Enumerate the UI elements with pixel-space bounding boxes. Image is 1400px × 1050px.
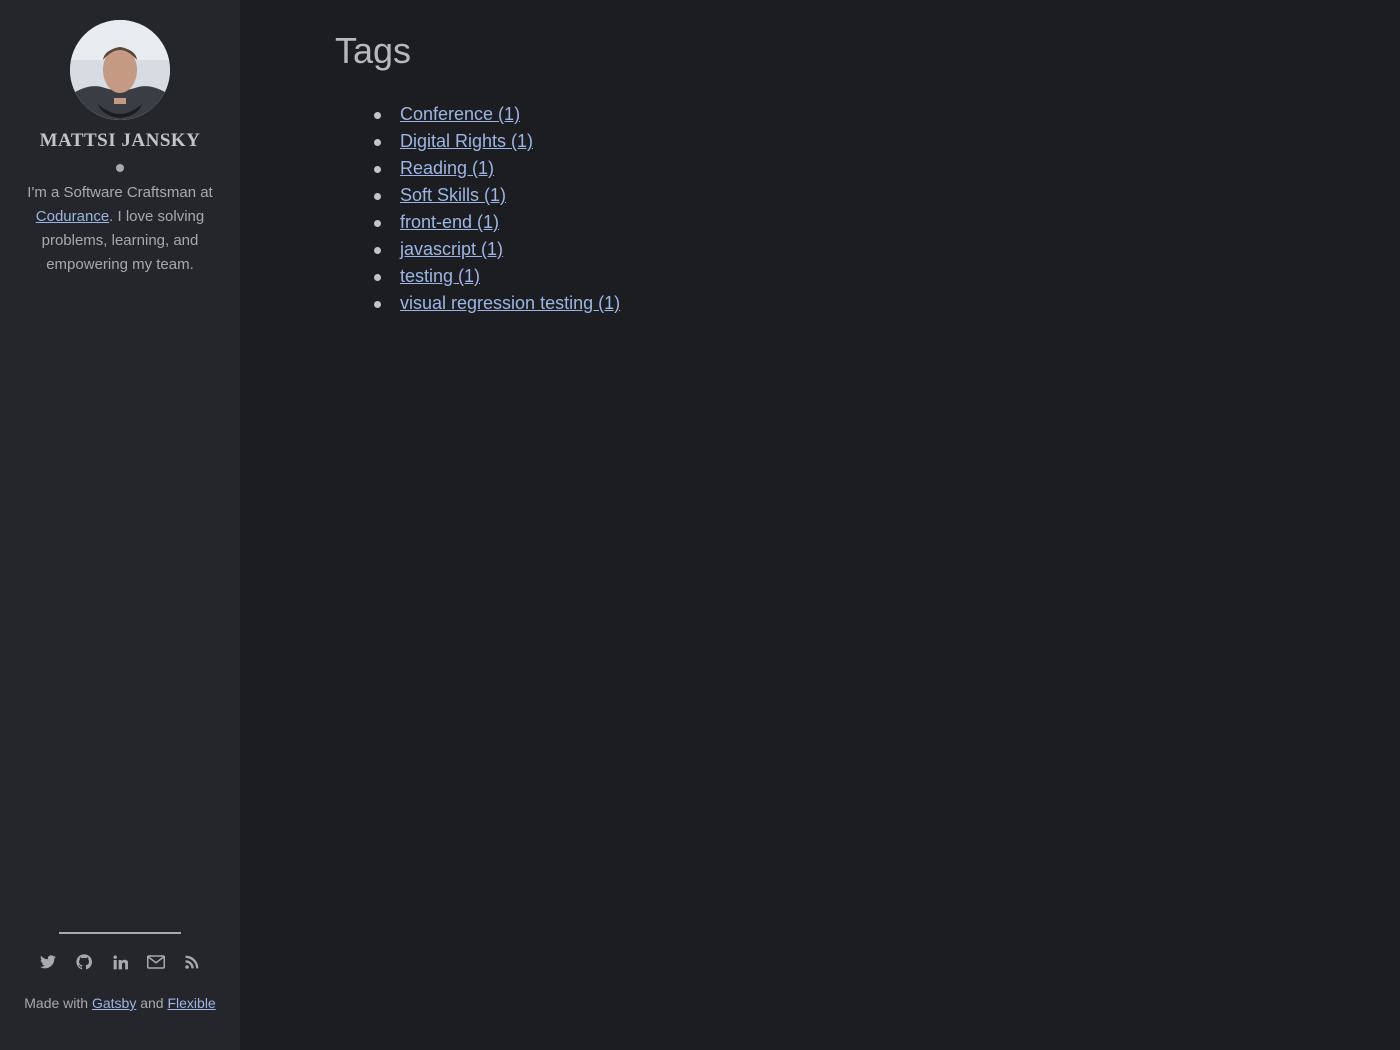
tag-link-conference[interactable]: Conference (1): [400, 104, 520, 124]
separator-dot: [116, 164, 124, 172]
tag-link-soft-skills[interactable]: Soft Skills (1): [400, 185, 506, 205]
author-bio: I'm a Software Craftsman at Codurance. I…: [18, 181, 222, 277]
tag-list-item: testing (1): [350, 262, 620, 289]
author-name[interactable]: MATTSI JANSKY: [0, 130, 240, 152]
tag-list-item: front-end (1): [350, 208, 620, 235]
tag-list-item: Reading (1): [350, 154, 620, 181]
twitter-icon[interactable]: [39, 950, 57, 974]
social-links: [0, 950, 240, 974]
tag-link-digital-rights[interactable]: Digital Rights (1): [400, 131, 533, 151]
author-avatar[interactable]: [70, 20, 170, 120]
and-text: and: [136, 995, 168, 1011]
main-content: Tags Conference (1) Digital Rights (1) R…: [240, 0, 1400, 1050]
tag-link-testing[interactable]: testing (1): [400, 266, 480, 286]
tag-list-item: Digital Rights (1): [350, 127, 620, 154]
gatsby-link[interactable]: Gatsby: [92, 995, 136, 1011]
codurance-link[interactable]: Codurance: [36, 208, 109, 225]
sidebar: MATTSI JANSKY I'm a Software Craftsman a…: [0, 0, 240, 1050]
tag-list: Conference (1) Digital Rights (1) Readin…: [350, 100, 620, 316]
tag-list-item: visual regression testing (1): [350, 289, 620, 316]
tag-link-front-end[interactable]: front-end (1): [400, 212, 499, 232]
tag-link-reading[interactable]: Reading (1): [400, 158, 494, 178]
made-with-text: Made with: [24, 995, 92, 1011]
rss-icon[interactable]: [183, 950, 201, 974]
tag-link-javascript[interactable]: javascript (1): [400, 239, 503, 259]
email-icon[interactable]: [147, 950, 165, 974]
tag-list-item: Soft Skills (1): [350, 181, 620, 208]
tag-list-item: Conference (1): [350, 100, 620, 127]
sidebar-divider: [59, 932, 181, 934]
sidebar-footer: Made with Gatsby and Flexible: [0, 995, 240, 1011]
tag-list-item: javascript (1): [350, 235, 620, 262]
page-title: Tags: [335, 30, 412, 71]
github-icon[interactable]: [75, 950, 93, 974]
flexible-link[interactable]: Flexible: [167, 995, 215, 1011]
bio-prefix: I'm a Software Craftsman at: [27, 184, 213, 201]
linkedin-icon[interactable]: [111, 950, 129, 974]
tag-link-visual-regression-testing[interactable]: visual regression testing (1): [400, 293, 620, 313]
